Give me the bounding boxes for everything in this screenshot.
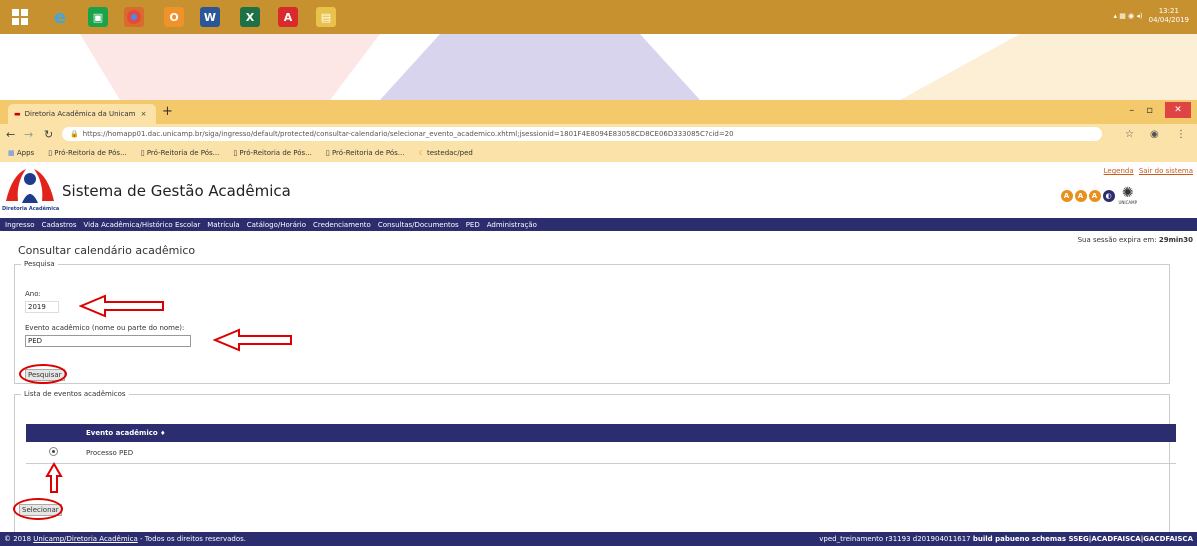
- tray-icons[interactable]: ▴ ▦ ◉ ◂): [1113, 12, 1142, 20]
- menu-item-credenciamento[interactable]: Credenciamento: [313, 221, 371, 229]
- site-header: Diretoria Acadêmica Sistema de Gestão Ac…: [0, 162, 1197, 216]
- main-menu: Ingresso Cadastros Vida Acadêmica/Histór…: [0, 218, 1197, 231]
- annotation-arrow-radio: [45, 462, 63, 493]
- annotation-arrow-event: [213, 328, 292, 352]
- annotation-arrow-year: [79, 294, 164, 318]
- windows-start-icon[interactable]: [10, 7, 30, 27]
- page-title: Consultar calendário acadêmico: [18, 244, 196, 257]
- search-fieldset: Pesquisa Ano: 2019 Evento acadêmico (nom…: [14, 260, 1170, 384]
- maximize-icon[interactable]: ▫: [1146, 105, 1153, 116]
- header-links: Legenda Sair do sistema: [1101, 167, 1193, 175]
- internet-explorer-icon[interactable]: e: [50, 7, 70, 28]
- browser-window: ▬ Diretoria Acadêmica da Unicamp × + – ▫…: [0, 100, 1197, 546]
- menu-item-ped[interactable]: PED: [466, 221, 480, 229]
- clock[interactable]: 13:21 04/04/2019: [1149, 7, 1189, 25]
- menu-item-matricula[interactable]: Matrícula: [207, 221, 239, 229]
- new-tab-icon[interactable]: +: [162, 104, 173, 119]
- system-title: Sistema de Gestão Acadêmica: [62, 182, 291, 200]
- radio-cell: [26, 442, 82, 464]
- lock-icon: 🔒: [70, 130, 79, 138]
- menu-item-ingresso[interactable]: Ingresso: [5, 221, 35, 229]
- events-table: Evento acadêmico ♦ Processo PED: [26, 424, 1176, 464]
- table-row[interactable]: Processo PED: [26, 442, 1176, 464]
- menu-item-cadastros[interactable]: Cadastros: [42, 221, 77, 229]
- event-radio-button[interactable]: [49, 447, 58, 456]
- unicamp-logo: A A A ◐ ✺ UNICAMP: [1060, 185, 1138, 205]
- clock-time: 13:21: [1158, 7, 1179, 15]
- acrobat-icon[interactable]: A: [278, 7, 298, 27]
- forward-icon[interactable]: →: [24, 128, 33, 141]
- url-field[interactable]: 🔒 https://homapp01.dac.unicamp.br/siga/i…: [62, 127, 1102, 141]
- clock-date: 04/04/2019: [1148, 16, 1189, 24]
- close-window-icon[interactable]: ✕: [1165, 102, 1191, 118]
- excel-icon[interactable]: X: [240, 7, 260, 27]
- menu-item-catalogo[interactable]: Catálogo/Horário: [247, 221, 306, 229]
- search-legend: Pesquisa: [24, 260, 55, 268]
- menu-item-consultas[interactable]: Consultas/Documentos: [378, 221, 459, 229]
- logout-link[interactable]: Sair do sistema: [1139, 167, 1193, 175]
- word-icon[interactable]: W: [200, 7, 220, 27]
- menu-dots-icon[interactable]: ⋮: [1176, 129, 1186, 140]
- bookmark-item[interactable]: ▯ Pró-Reitoria de Pós...: [326, 149, 405, 157]
- menu-item-administracao[interactable]: Administração: [487, 221, 537, 229]
- footer-link[interactable]: Unicamp/Diretoria Acadêmica: [33, 535, 137, 543]
- footer-left: © 2018 Unicamp/Diretoria Acadêmica - Tod…: [4, 535, 246, 543]
- desktop-wallpaper: [0, 34, 1197, 100]
- bookmarks-bar: ▦ Apps ▯ Pró-Reitoria de Pós... ▯ Pró-Re…: [0, 144, 1197, 162]
- unicamp-logo-circle: ◐: [1102, 189, 1115, 202]
- bookmark-item[interactable]: ▯ Pró-Reitoria de Pós...: [141, 149, 220, 157]
- year-input[interactable]: 2019: [25, 301, 59, 313]
- site-footer: © 2018 Unicamp/Diretoria Acadêmica - Tod…: [0, 532, 1197, 546]
- system-tray: ▴ ▦ ◉ ◂) 13:21 04/04/2019: [1113, 7, 1189, 25]
- session-value: 29min30: [1158, 236, 1193, 244]
- year-label: Ano:: [25, 290, 41, 298]
- bookmark-item[interactable]: ☾ testedac/ped: [418, 149, 472, 157]
- footer-right: vped_treinamento r31193 d201904011617 bu…: [819, 535, 1193, 543]
- event-label: Evento acadêmico (nome ou parte do nome)…: [25, 324, 185, 332]
- events-legend: Lista de eventos acadêmicos: [24, 390, 126, 398]
- unicamp-logo-circle: A: [1088, 189, 1101, 202]
- session-label: Sua sessão expira em:: [1077, 236, 1157, 244]
- sort-icon: ♦: [160, 430, 166, 437]
- address-bar: ← → ↻ 🔒 https://homapp01.dac.unicamp.br/…: [0, 124, 1197, 144]
- window-controls: – ▫ ✕: [1129, 102, 1191, 118]
- session-timer: Sua sessão expira em: 29min30: [1078, 236, 1193, 244]
- favicon-icon: ▬: [14, 110, 21, 118]
- back-icon[interactable]: ←: [6, 128, 15, 141]
- diretoria-academica-logo[interactable]: [2, 165, 58, 205]
- event-input[interactable]: PED: [25, 335, 191, 347]
- menu-item-vida-academica[interactable]: Vida Acadêmica/Histórico Escolar: [84, 221, 201, 229]
- minimize-icon[interactable]: –: [1129, 105, 1134, 116]
- bookmark-star-icon[interactable]: ☆: [1125, 129, 1134, 140]
- event-column-header[interactable]: Evento acadêmico ♦: [82, 424, 1176, 442]
- legend-link[interactable]: Legenda: [1104, 167, 1134, 175]
- store-icon[interactable]: ▣: [88, 7, 108, 27]
- bookmark-item[interactable]: ▯ Pró-Reitoria de Pós...: [48, 149, 127, 157]
- unicamp-logo-circle: A: [1074, 189, 1087, 202]
- logo-caption: Diretoria Acadêmica: [2, 206, 60, 212]
- url-text: https://homapp01.dac.unicamp.br/siga/ing…: [82, 130, 734, 138]
- tab-strip: ▬ Diretoria Acadêmica da Unicamp × + – ▫…: [0, 100, 1197, 124]
- account-icon[interactable]: ◉: [1150, 129, 1159, 140]
- web-page: Diretoria Acadêmica Sistema de Gestão Ac…: [0, 162, 1197, 546]
- event-name-cell: Processo PED: [82, 442, 1176, 464]
- reload-icon[interactable]: ↻: [44, 128, 53, 141]
- events-fieldset: Lista de eventos acadêmicos Evento acadê…: [13, 390, 1176, 534]
- tab-close-icon[interactable]: ×: [141, 110, 147, 118]
- table-header-row: Evento acadêmico ♦: [26, 424, 1176, 442]
- bookmark-item[interactable]: ▯ Pró-Reitoria de Pós...: [233, 149, 312, 157]
- unicamp-emblem-icon: ✺ UNICAMP: [1118, 185, 1138, 205]
- windows-taskbar: e ▣ O W X A ▤ ▴ ▦ ◉ ◂) 13:21 04/04/2019: [0, 0, 1197, 34]
- browser-tab[interactable]: ▬ Diretoria Acadêmica da Unicamp ×: [8, 104, 156, 124]
- annotation-oval-search: [19, 364, 67, 384]
- chrome-icon[interactable]: [124, 7, 144, 27]
- annotation-oval-select: [13, 498, 63, 520]
- apps-grid-icon: ▦: [8, 149, 15, 157]
- unicamp-logo-circle: A: [1060, 189, 1073, 202]
- file-explorer-icon[interactable]: ▤: [316, 7, 336, 27]
- outlook-icon[interactable]: O: [164, 7, 184, 27]
- bookmark-apps[interactable]: ▦ Apps: [8, 149, 34, 157]
- select-column-header: [26, 424, 82, 442]
- tab-title: Diretoria Acadêmica da Unicamp: [24, 110, 135, 118]
